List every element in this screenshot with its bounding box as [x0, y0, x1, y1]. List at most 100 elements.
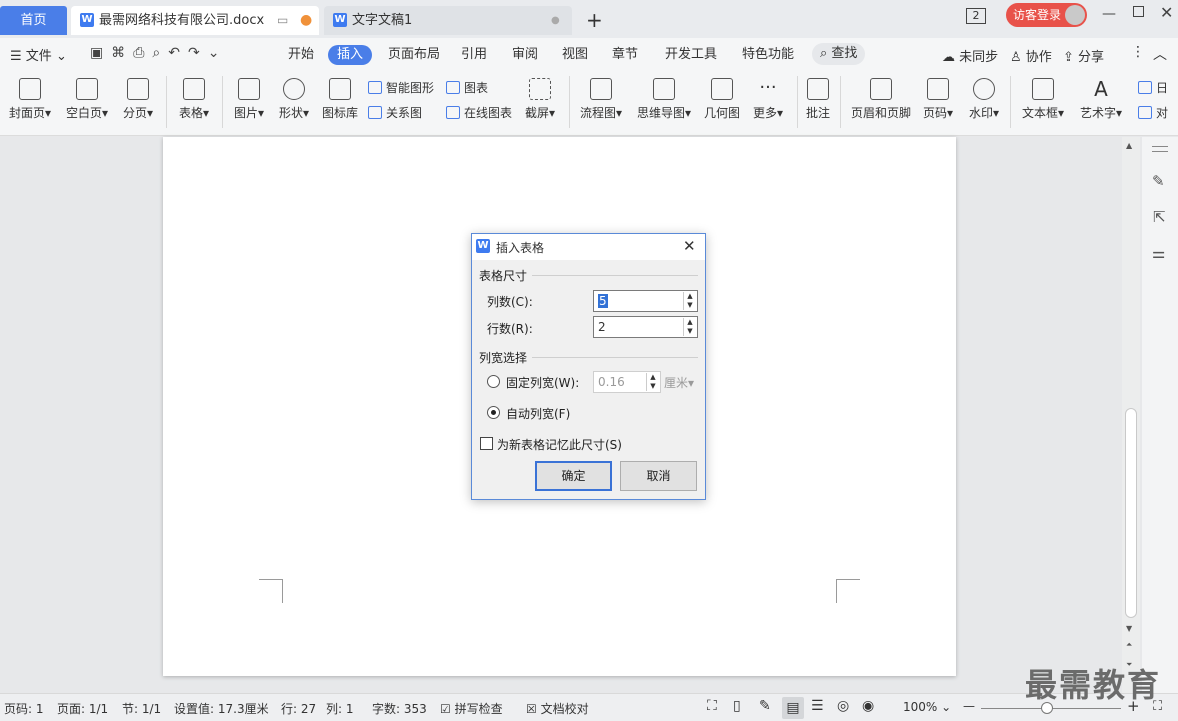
- read-mode-icon[interactable]: ▯: [733, 698, 741, 714]
- auto-width-label[interactable]: 自动列宽(F): [506, 405, 570, 422]
- quick-access-icons[interactable]: ▣⌘⎙⌕↶↷⌄: [90, 45, 227, 61]
- share-button[interactable]: ⇪ 分享: [1063, 46, 1104, 65]
- collab-button[interactable]: ♙ 协作: [1010, 46, 1052, 65]
- sync-status[interactable]: ☁ 未同步: [942, 46, 998, 65]
- flowchart-button[interactable]: 流程图▾: [576, 78, 626, 121]
- page-number-button[interactable]: 页码▾: [918, 78, 958, 121]
- scroll-up-icon[interactable]: ▲: [1126, 141, 1132, 150]
- stepper-up-icon[interactable]: ▲: [684, 292, 696, 301]
- collapse-ribbon-icon[interactable]: ︿: [1153, 44, 1167, 64]
- minimize-icon[interactable]: —: [1102, 6, 1116, 22]
- dialog-titlebar[interactable]: W 插入表格 ✕: [472, 234, 705, 260]
- status-pages[interactable]: 页面: 1/1: [57, 700, 108, 717]
- date-button[interactable]: 日: [1138, 79, 1168, 97]
- picture-button[interactable]: 图片▾: [229, 78, 269, 121]
- home-tab[interactable]: 首页: [0, 6, 67, 35]
- doc-proof-button[interactable]: ☒ 文档校对: [526, 700, 589, 717]
- panel-menu-icon[interactable]: [1152, 146, 1168, 152]
- stepper-down-icon[interactable]: ▼: [684, 327, 696, 336]
- window-count-badge[interactable]: 2: [966, 8, 986, 24]
- tab-insert[interactable]: 插入: [328, 45, 373, 65]
- maximize-icon[interactable]: [1133, 6, 1144, 17]
- tab-features[interactable]: 特色功能: [742, 45, 794, 65]
- header-footer-button[interactable]: 页眉和页脚: [848, 78, 914, 121]
- online-chart-button[interactable]: 在线图表: [446, 104, 512, 122]
- mindmap-button[interactable]: 思维导图▾: [634, 78, 694, 121]
- zoom-out-icon[interactable]: —: [963, 699, 975, 713]
- web-view-icon[interactable]: ◎: [837, 698, 849, 714]
- comment-button[interactable]: 批注: [802, 78, 834, 121]
- relation-chart-button[interactable]: 关系图: [368, 104, 422, 122]
- tab-section[interactable]: 章节: [612, 45, 638, 65]
- shape-icon: [283, 78, 305, 100]
- textbox-button[interactable]: 文本框▾: [1018, 78, 1068, 121]
- write-mode-icon[interactable]: ✎: [759, 698, 771, 714]
- pen-icon[interactable]: ✎: [1152, 172, 1165, 190]
- file-menu[interactable]: ☰ 文件 ⌄: [10, 45, 67, 64]
- object-button[interactable]: 对: [1138, 104, 1168, 122]
- page-up-icon[interactable]: ⏶: [1126, 640, 1132, 650]
- watermark-button[interactable]: 水印▾: [964, 78, 1004, 121]
- chart-button[interactable]: 图表: [446, 79, 488, 97]
- stepper-down-icon[interactable]: ▼: [684, 301, 696, 310]
- smartart-button[interactable]: 智能图形: [368, 79, 434, 97]
- monitor-icon[interactable]: ▭: [277, 6, 288, 35]
- rows-value: 2: [598, 320, 606, 334]
- tab-view[interactable]: 视图: [562, 45, 588, 65]
- spell-check-button[interactable]: ☑ 拼写检查: [440, 700, 503, 717]
- close-icon[interactable]: ✕: [683, 237, 696, 255]
- fullscreen-icon[interactable]: ⛶: [707, 698, 717, 714]
- tab-review[interactable]: 审阅: [512, 45, 538, 65]
- search-button[interactable]: ⌕ 查找: [812, 43, 866, 65]
- blank-page-button[interactable]: 空白页▾: [63, 78, 111, 121]
- flowchart-label: 流程图: [579, 106, 616, 120]
- table-label: 表格: [178, 106, 203, 120]
- stepper-up-icon[interactable]: ▲: [684, 318, 696, 327]
- columns-stepper[interactable]: ▲ ▼: [683, 292, 696, 310]
- rows-stepper[interactable]: ▲ ▼: [683, 318, 696, 336]
- page-view-icon[interactable]: ▤: [782, 697, 804, 719]
- adjust-sliders-icon[interactable]: ⚌: [1152, 244, 1165, 262]
- page-break-button[interactable]: 分页▾: [118, 78, 158, 121]
- scroll-down-icon[interactable]: ▼: [1126, 624, 1132, 633]
- ok-button[interactable]: 确定: [535, 461, 612, 491]
- tab-page-layout[interactable]: 页面布局: [388, 45, 440, 65]
- relation-chart-label: 关系图: [386, 106, 423, 120]
- cancel-button[interactable]: 取消: [620, 461, 697, 491]
- rows-input[interactable]: 2 ▲ ▼: [593, 316, 698, 338]
- icon-library-button[interactable]: 图标库: [320, 78, 360, 121]
- status-word-count[interactable]: 字数: 353: [372, 700, 427, 717]
- more-menu-icon[interactable]: ⋮: [1131, 44, 1145, 60]
- table-button[interactable]: 表格▾: [174, 78, 214, 121]
- fixed-width-radio[interactable]: [487, 375, 500, 388]
- cursor-icon[interactable]: ⇱: [1153, 208, 1166, 226]
- tab-close-dot-icon[interactable]: ●: [551, 6, 560, 35]
- zoom-select[interactable]: 100% ⌄: [903, 700, 951, 714]
- eye-protection-icon[interactable]: ◉: [862, 698, 874, 714]
- tab-references[interactable]: 引用: [461, 45, 487, 65]
- tab-developer[interactable]: 开发工具: [665, 45, 717, 65]
- geometry-button[interactable]: 几何图: [702, 78, 742, 121]
- screenshot-button[interactable]: 截屏▾: [520, 78, 560, 121]
- new-tab-button[interactable]: +: [586, 8, 603, 32]
- outline-view-icon[interactable]: ☰: [811, 698, 824, 714]
- more-button[interactable]: ··· 更多▾: [748, 78, 788, 121]
- ribbon-divider: [569, 76, 570, 128]
- close-window-icon[interactable]: ✕: [1160, 3, 1173, 22]
- scroll-thumb[interactable]: [1125, 408, 1137, 618]
- login-button[interactable]: 访客登录: [1006, 3, 1087, 27]
- remember-size-label[interactable]: 为新表格记忆此尺寸(S): [497, 436, 622, 453]
- wordart-button[interactable]: A 艺术字▾: [1076, 78, 1126, 121]
- wps-writer-icon: W: [80, 13, 94, 27]
- tab-document-2[interactable]: W 文字文稿1 ●: [324, 6, 572, 35]
- shape-button[interactable]: 形状▾: [274, 78, 314, 121]
- cover-page-button[interactable]: 封面页▾: [6, 78, 54, 121]
- table-size-group-label: 表格尺寸: [479, 269, 528, 283]
- fixed-width-label[interactable]: 固定列宽(W):: [506, 374, 579, 391]
- remember-size-checkbox[interactable]: [480, 437, 493, 450]
- tab-document-1[interactable]: W 最需网络科技有限公司.docx ▭ ●: [71, 6, 319, 35]
- zoom-value: 100%: [903, 700, 938, 714]
- tab-home[interactable]: 开始: [288, 45, 314, 65]
- auto-width-radio[interactable]: [487, 406, 500, 419]
- columns-input[interactable]: 5 ▲ ▼: [593, 290, 698, 312]
